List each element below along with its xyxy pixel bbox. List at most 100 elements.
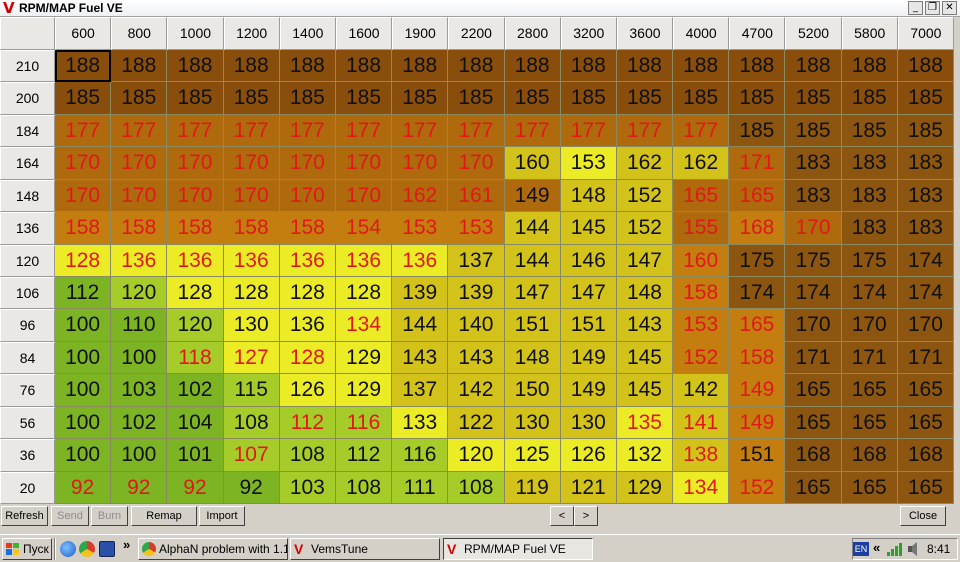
ve-cell[interactable]: 147 xyxy=(560,277,617,310)
ve-cell[interactable]: 108 xyxy=(279,439,336,472)
ve-cell[interactable]: 165 xyxy=(841,374,898,407)
task-alphan-chrome[interactable]: AlphaN problem with 1.1... xyxy=(138,538,288,560)
ve-cell[interactable]: 168 xyxy=(897,439,954,472)
ve-cell[interactable]: 170 xyxy=(785,309,842,342)
ve-cell[interactable]: 152 xyxy=(729,471,786,504)
ve-cell[interactable]: 171 xyxy=(897,341,954,375)
ve-cell[interactable]: 160 xyxy=(673,244,730,277)
ve-cell[interactable]: 188 xyxy=(55,50,112,83)
tray-chevron-icon[interactable]: « xyxy=(873,540,880,555)
ve-cell[interactable]: 168 xyxy=(785,439,842,472)
ve-cell[interactable]: 170 xyxy=(279,147,336,180)
ve-cell[interactable]: 185 xyxy=(785,82,842,115)
ve-cell[interactable]: 153 xyxy=(448,212,505,245)
ve-cell[interactable]: 151 xyxy=(729,439,786,472)
ve-cell[interactable]: 149 xyxy=(560,341,617,375)
ve-cell[interactable]: 147 xyxy=(616,244,674,277)
ve-cell[interactable]: 129 xyxy=(335,374,393,407)
ve-cell[interactable]: 177 xyxy=(448,114,505,148)
ve-cell[interactable]: 177 xyxy=(673,114,730,148)
ve-cell[interactable]: 174 xyxy=(897,277,954,310)
ve-cell[interactable]: 112 xyxy=(279,406,336,440)
ve-cell[interactable]: 165 xyxy=(897,471,954,504)
ve-cell[interactable]: 137 xyxy=(392,374,449,407)
ve-cell[interactable]: 168 xyxy=(729,212,786,245)
ve-cell[interactable]: 170 xyxy=(167,179,224,213)
ve-cell[interactable]: 132 xyxy=(616,439,674,472)
ve-cell[interactable]: 161 xyxy=(448,179,505,213)
ve-cell[interactable]: 137 xyxy=(448,244,505,277)
ve-cell[interactable]: 129 xyxy=(335,341,393,375)
ve-cell[interactable]: 158 xyxy=(279,212,336,245)
desktop-icon[interactable] xyxy=(99,541,115,557)
ve-cell[interactable]: 136 xyxy=(279,244,336,277)
ve-cell[interactable]: 128 xyxy=(223,277,280,310)
ve-cell[interactable]: 102 xyxy=(111,406,168,440)
ve-cell[interactable]: 185 xyxy=(673,82,730,115)
ve-cell[interactable]: 103 xyxy=(111,374,168,407)
ve-cell[interactable]: 100 xyxy=(111,439,168,472)
ve-cell[interactable]: 145 xyxy=(560,212,617,245)
ve-cell[interactable]: 136 xyxy=(223,244,280,277)
ve-cell[interactable]: 107 xyxy=(223,439,280,472)
ve-cell[interactable]: 116 xyxy=(335,406,393,440)
ve-cell[interactable]: 170 xyxy=(841,309,898,342)
ve-cell[interactable]: 185 xyxy=(55,82,112,115)
ve-cell[interactable]: 149 xyxy=(729,406,786,440)
ve-cell[interactable]: 149 xyxy=(560,374,617,407)
ve-cell[interactable]: 170 xyxy=(223,179,280,213)
ve-cell[interactable]: 92 xyxy=(167,471,224,504)
ve-cell[interactable]: 185 xyxy=(167,82,224,115)
ve-cell[interactable]: 160 xyxy=(504,147,561,180)
ve-cell[interactable]: 158 xyxy=(167,212,224,245)
ve-cell[interactable]: 139 xyxy=(448,277,505,310)
task-fuel-ve[interactable]: V RPM/MAP Fuel VE xyxy=(443,538,593,560)
ve-cell[interactable]: 128 xyxy=(279,277,336,310)
chrome-icon[interactable] xyxy=(79,541,95,557)
import-button[interactable]: Import xyxy=(199,506,245,526)
ve-cell[interactable]: 100 xyxy=(111,341,168,375)
ve-cell[interactable]: 170 xyxy=(785,212,842,245)
ve-cell[interactable]: 170 xyxy=(448,147,505,180)
ve-cell[interactable]: 116 xyxy=(392,439,449,472)
ve-cell[interactable]: 177 xyxy=(111,114,168,148)
ve-cell[interactable]: 128 xyxy=(55,244,112,277)
ve-cell[interactable]: 177 xyxy=(279,114,336,148)
ve-cell[interactable]: 185 xyxy=(729,114,786,148)
ve-cell[interactable]: 104 xyxy=(167,406,224,440)
ve-cell[interactable]: 165 xyxy=(729,179,786,213)
ve-cell[interactable]: 165 xyxy=(841,406,898,440)
ve-cell[interactable]: 135 xyxy=(616,406,674,440)
ve-cell[interactable]: 165 xyxy=(785,406,842,440)
ve-cell[interactable]: 188 xyxy=(111,50,168,83)
ve-cell[interactable]: 171 xyxy=(785,341,842,375)
ve-cell[interactable]: 143 xyxy=(616,309,674,342)
ve-cell[interactable]: 188 xyxy=(335,50,393,83)
ve-cell[interactable]: 129 xyxy=(616,471,674,504)
ve-cell[interactable]: 177 xyxy=(335,114,393,148)
ve-cell[interactable]: 119 xyxy=(504,471,561,504)
ve-cell[interactable]: 120 xyxy=(448,439,505,472)
ve-cell[interactable]: 177 xyxy=(167,114,224,148)
task-vemstune[interactable]: V VemsTune xyxy=(290,538,440,560)
ve-cell[interactable]: 185 xyxy=(729,82,786,115)
ve-cell[interactable]: 170 xyxy=(167,147,224,180)
ve-cell[interactable]: 152 xyxy=(616,179,674,213)
speaker-icon[interactable] xyxy=(906,542,922,556)
ve-cell[interactable]: 162 xyxy=(392,179,449,213)
ve-cell[interactable]: 108 xyxy=(448,471,505,504)
ve-cell[interactable]: 141 xyxy=(673,406,730,440)
ve-cell[interactable]: 177 xyxy=(504,114,561,148)
ve-cell[interactable]: 138 xyxy=(673,439,730,472)
ve-cell[interactable]: 110 xyxy=(111,309,168,342)
ve-cell[interactable]: 100 xyxy=(55,309,112,342)
ve-cell[interactable]: 134 xyxy=(673,471,730,504)
ve-cell[interactable]: 188 xyxy=(785,50,842,83)
ve-cell[interactable]: 185 xyxy=(335,82,393,115)
ve-cell[interactable]: 150 xyxy=(504,374,561,407)
ve-cell[interactable]: 170 xyxy=(335,179,393,213)
ve-cell[interactable]: 155 xyxy=(673,212,730,245)
ve-cell[interactable]: 183 xyxy=(785,179,842,213)
burn-button[interactable]: Burn xyxy=(91,506,128,526)
ve-cell[interactable]: 188 xyxy=(167,50,224,83)
